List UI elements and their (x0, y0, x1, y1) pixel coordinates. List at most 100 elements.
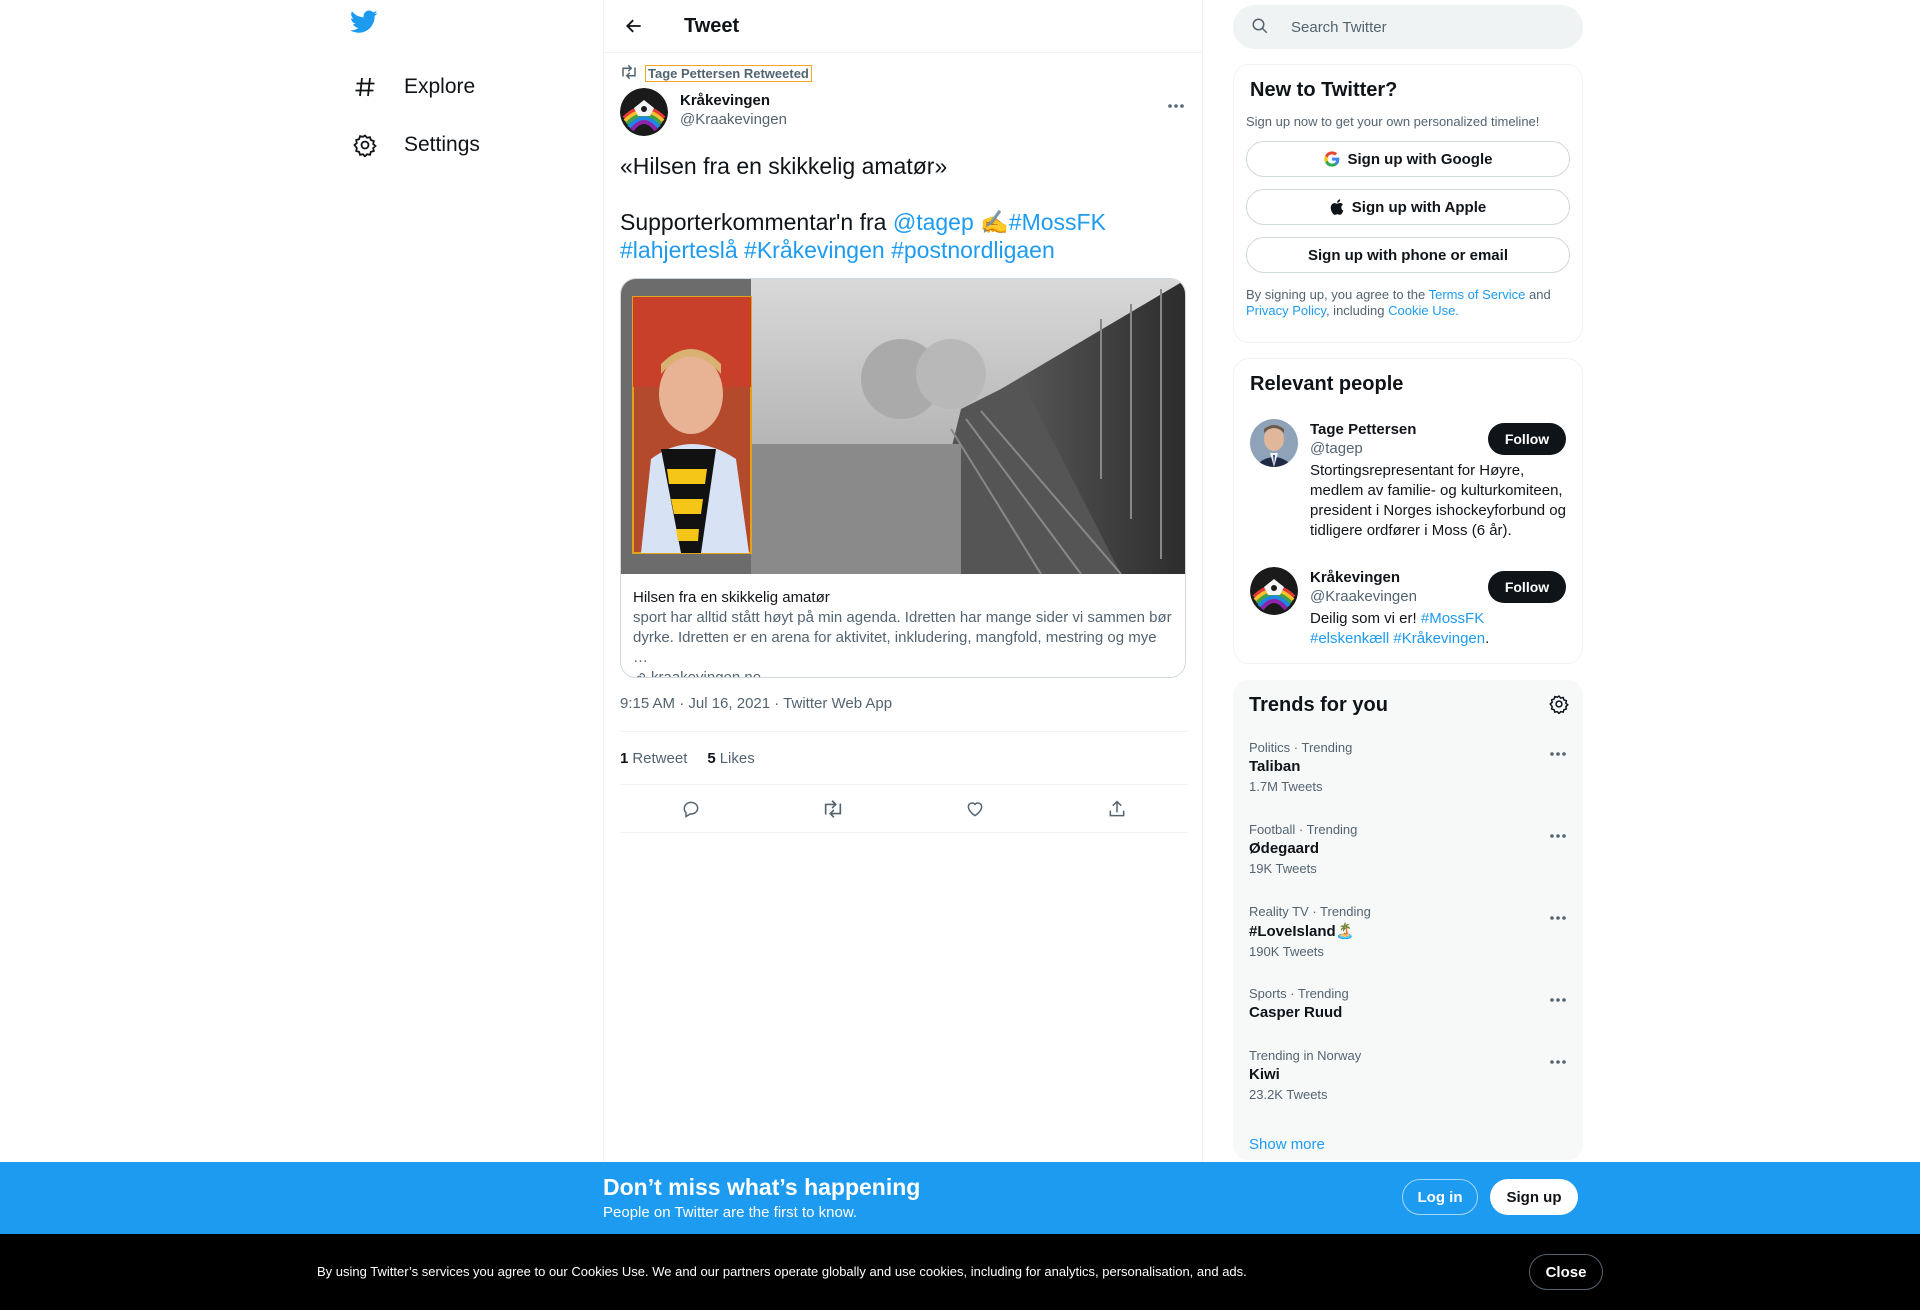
more-options-icon[interactable] (1549, 990, 1567, 1008)
likes-stat[interactable]: 5 Likes (707, 750, 774, 767)
gear-icon (350, 130, 380, 160)
trend-context: Reality TV · Trending (1249, 904, 1371, 919)
search-input[interactable]: Search Twitter (1233, 5, 1583, 49)
panel-subtitle: Sign up now to get your own personalized… (1246, 114, 1540, 129)
more-options-icon[interactable] (1166, 96, 1186, 116)
share-icon[interactable] (1100, 792, 1134, 826)
signup-phone-label: Sign up with phone or email (1307, 246, 1508, 264)
tweet-text-segment: Supporterkommentar'n fra (620, 209, 893, 235)
author-handle[interactable]: @Kraakevingen (680, 111, 787, 128)
terms-link[interactable]: Terms of Service (1429, 287, 1526, 302)
signup-apple-label: Sign up with Apple (1351, 198, 1487, 216)
privacy-link[interactable]: Privacy Policy (1246, 303, 1326, 318)
signup-google-label: Sign up with Google (1347, 150, 1493, 168)
more-options-icon[interactable] (1549, 826, 1567, 844)
signup-apple-button[interactable]: Sign up with Apple (1246, 189, 1570, 225)
trends-panel: Trends for you Politics · Trending Talib… (1233, 680, 1583, 1160)
like-heart-icon[interactable] (958, 792, 992, 826)
left-navigation: Explore Settings (340, 0, 600, 1310)
show-more-link[interactable]: Show more (1249, 1136, 1325, 1153)
trend-item[interactable]: Politics · Trending Taliban 1.7M Tweets (1249, 740, 1567, 794)
legal-text: By signing up, you agree to the (1246, 287, 1429, 302)
avatar[interactable] (1250, 567, 1298, 615)
card-title: Hilsen fra en skikkelig amatør (633, 589, 830, 606)
retweet-count: 1 (620, 749, 629, 767)
login-button[interactable]: Log in (1402, 1179, 1478, 1215)
avatar[interactable] (620, 88, 668, 136)
hashtag-link[interactable]: #MossFK (1009, 209, 1106, 235)
trend-item[interactable]: Sports · Trending Casper Ruud (1249, 986, 1567, 1021)
retweet-icon (620, 64, 638, 83)
hashtag-link[interactable]: #postnordligaen (891, 237, 1055, 263)
tweet-timestamp[interactable]: 9:15 AM · Jul 16, 2021 · Twitter Web App (620, 695, 892, 712)
reply-icon[interactable] (674, 792, 708, 826)
tweet-actions (620, 785, 1188, 833)
retweet-icon[interactable] (816, 792, 850, 826)
panel-title: New to Twitter? (1250, 79, 1398, 101)
trend-item[interactable]: Football · Trending Ødegaard 19K Tweets (1249, 822, 1567, 876)
cookie-text: By using Twitter’s services you agree to… (317, 1264, 1247, 1279)
card-domain-text: kraakevingen.no (651, 669, 762, 678)
card-domain: kraakevingen.no (633, 668, 1173, 678)
relevant-person[interactable]: Tage Pettersen @tagep Stortingsrepresent… (1250, 419, 1566, 541)
hashtag-link[interactable]: #lahjerteslå (620, 237, 738, 263)
banner-title: Don’t miss what’s happening (603, 1174, 921, 1200)
nav-item-settings[interactable]: Settings (350, 121, 480, 169)
cookie-link[interactable]: Cookie Use. (1388, 303, 1459, 318)
link-preview-card[interactable]: Hilsen fra en skikkelig amatør sport har… (620, 278, 1186, 678)
person-bio: Deilig som vi er! #MossFK #elskenkæll #K… (1310, 609, 1566, 649)
google-icon (1323, 151, 1340, 167)
trend-context: Sports · Trending (1249, 986, 1349, 1001)
gear-icon[interactable] (1549, 694, 1569, 719)
tweet-text-line: Supporterkommentar'n fra @tagep ✍️#MossF… (620, 208, 1180, 264)
trend-context: Trending in Norway (1249, 1048, 1362, 1063)
new-to-twitter-panel: New to Twitter? Sign up now to get your … (1233, 64, 1583, 343)
page-title: Tweet (684, 14, 740, 37)
follow-button[interactable]: Follow (1488, 571, 1566, 603)
signup-phone-email-button[interactable]: Sign up with phone or email (1246, 237, 1570, 273)
twitter-logo-icon[interactable] (350, 10, 386, 46)
hashtag-link[interactable]: #Kråkevingen (744, 237, 885, 263)
signup-button[interactable]: Sign up (1490, 1179, 1578, 1215)
avatar[interactable] (1250, 419, 1298, 467)
relevant-person[interactable]: Kråkevingen @Kraakevingen Deilig som vi … (1250, 567, 1566, 649)
apple-icon (1330, 199, 1344, 215)
retweeter-link[interactable]: Tage Pettersen Retweeted (645, 65, 812, 82)
trend-name: Kiwi (1249, 1066, 1280, 1083)
trend-name: #LoveIsland🏝️ (1249, 923, 1355, 940)
nav-item-explore[interactable]: Explore (350, 63, 475, 111)
tweet-author[interactable]: Kråkevingen @Kraakevingen (620, 88, 787, 136)
tweet-column: Tweet Tage Pettersen Retweeted Kråkeving… (603, 0, 1203, 1310)
hashtag-link[interactable]: #Kråkevingen (1393, 630, 1485, 647)
tweet-header: Tweet (604, 0, 1202, 53)
hashtag-link[interactable]: #elskenkæll (1310, 630, 1389, 647)
follow-button[interactable]: Follow (1488, 423, 1566, 455)
legal-text: , including (1325, 303, 1389, 318)
trend-count: 19K Tweets (1249, 861, 1317, 876)
hashtag-icon (350, 72, 380, 102)
trend-name: Casper Ruud (1249, 1004, 1343, 1021)
back-arrow-icon[interactable] (616, 8, 652, 44)
trend-item[interactable]: Trending in Norway Kiwi 23.2K Tweets (1249, 1048, 1567, 1102)
card-image (621, 279, 1185, 574)
like-label: Likes (719, 749, 755, 767)
panel-title: Relevant people (1250, 373, 1404, 395)
retweet-context: Tage Pettersen Retweeted (620, 64, 812, 83)
relevant-people-panel: Relevant people Tage Pettersen @tagep St… (1233, 358, 1583, 664)
person-bio: Stortingsrepresentant for Høyre, medlem … (1310, 462, 1566, 539)
trend-count: 190K Tweets (1249, 944, 1324, 959)
author-display-name[interactable]: Kråkevingen (680, 92, 787, 109)
close-button[interactable]: Close (1529, 1254, 1603, 1290)
signup-google-button[interactable]: Sign up with Google (1246, 141, 1570, 177)
more-options-icon[interactable] (1549, 1052, 1567, 1070)
bio-text: . (1485, 630, 1490, 647)
trend-count: 23.2K Tweets (1249, 1087, 1328, 1102)
more-options-icon[interactable] (1549, 744, 1567, 762)
hashtag-link[interactable]: #MossFK (1421, 610, 1484, 627)
tweet-stats: 1 Retweet 5 Likes (620, 731, 1188, 785)
nav-item-label: Settings (404, 133, 480, 156)
trend-item[interactable]: Reality TV · Trending #LoveIsland🏝️ 190K… (1249, 904, 1567, 959)
more-options-icon[interactable] (1549, 908, 1567, 926)
retweets-stat[interactable]: 1 Retweet (620, 750, 707, 767)
mention-link[interactable]: @tagep (893, 209, 974, 235)
